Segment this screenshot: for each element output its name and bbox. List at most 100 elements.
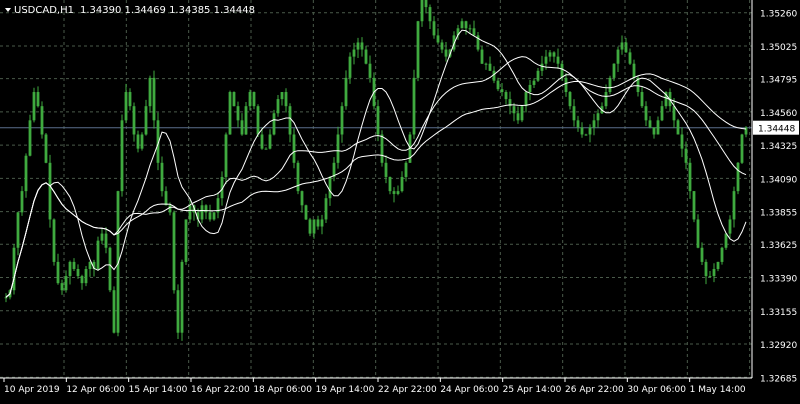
candle-body <box>300 191 304 206</box>
candle-body <box>72 261 76 269</box>
y-tick-label: 1.34560 <box>760 109 797 119</box>
candle-body <box>140 134 144 149</box>
candle-body <box>316 219 320 227</box>
candle-body <box>16 212 20 248</box>
candle-body <box>168 205 172 213</box>
candle-body <box>704 261 708 277</box>
candle-body <box>320 219 324 227</box>
candle-body <box>152 77 156 121</box>
x-tick-label: 22 Apr 22:00 <box>378 385 437 395</box>
candle-body <box>188 205 192 220</box>
candle-body <box>512 106 516 114</box>
y-tick-label: 1.34090 <box>760 175 797 185</box>
candle-body <box>736 162 740 192</box>
x-tick-label: 25 Apr 14:00 <box>503 385 562 395</box>
candle-body <box>236 106 240 121</box>
candle-body <box>716 261 720 269</box>
candle-body <box>720 247 724 262</box>
y-tick-label: 1.32920 <box>760 341 797 351</box>
candle-body <box>480 49 484 64</box>
x-tick-label: 12 Apr 06:00 <box>66 385 125 395</box>
candle-body <box>256 106 260 135</box>
candle-body <box>208 212 212 220</box>
x-tick-label: 18 Apr 06:00 <box>253 385 312 395</box>
candle-body <box>376 106 380 135</box>
chart-canvas[interactable]: 1.35260 1.35025 1.34795 1.34560 1.34325 1.340… <box>0 0 800 400</box>
candle-body <box>540 63 544 71</box>
candle-body <box>96 240 100 269</box>
candle-body <box>240 120 244 135</box>
candle-body <box>264 148 268 150</box>
x-tick-label: 15 Apr 14:00 <box>129 385 188 395</box>
candle-body <box>460 21 464 29</box>
candle-body <box>468 28 472 30</box>
candle-body <box>148 77 152 107</box>
candle-body <box>500 89 504 93</box>
dropdown-triangle-icon[interactable] <box>5 8 11 12</box>
x-tick-label: 19 Apr 14:00 <box>316 385 375 395</box>
current-price-label: 1.34448 <box>758 125 795 135</box>
candle-body <box>608 77 612 93</box>
candle-body <box>624 42 628 53</box>
candle-body <box>556 56 560 64</box>
candle-body <box>648 120 652 128</box>
candle-body <box>524 92 528 107</box>
candle-body <box>732 191 736 220</box>
candle-body <box>380 134 384 163</box>
candle-body <box>528 84 532 93</box>
candle-body <box>48 162 52 220</box>
candle-body <box>596 113 600 121</box>
y-tick-label: 1.34795 <box>760 76 797 86</box>
ohlc-values: 1.34390 1.34469 1.34385 1.34448 <box>80 5 255 16</box>
candle-body <box>160 162 164 192</box>
candle-body <box>588 127 592 135</box>
candle-body <box>628 52 632 64</box>
y-tick-label: 1.34325 <box>760 142 797 152</box>
candle-body <box>288 106 292 135</box>
candle-body <box>304 205 308 220</box>
candle-body <box>532 80 536 85</box>
candle-body <box>488 63 492 71</box>
candle-body <box>296 162 300 192</box>
candle-body <box>644 106 648 121</box>
candle-body <box>36 92 40 107</box>
candle-body <box>612 63 616 78</box>
candle-body <box>400 176 404 192</box>
candle-body <box>60 283 64 291</box>
candle-body <box>708 276 712 278</box>
chart-axes: 1.35260 1.35025 1.34795 1.34560 1.34325 1.340… <box>0 0 799 395</box>
candle-body <box>504 92 508 100</box>
candle-body <box>368 63 372 78</box>
candle-body <box>724 233 728 248</box>
candle-body <box>560 63 564 78</box>
candle-body <box>516 113 520 121</box>
y-tick-label: 1.33155 <box>760 308 797 318</box>
candle-body <box>260 134 264 149</box>
candle-body <box>544 56 548 64</box>
candle-body <box>616 49 620 64</box>
candle-body <box>700 247 704 262</box>
chart-header: USDCAD,H1 1.34390 1.34469 1.34385 1.3444… <box>5 5 255 16</box>
candle-body <box>312 219 316 234</box>
candle-body <box>520 106 524 121</box>
y-tick-label: 1.33855 <box>760 209 797 219</box>
candle-body <box>652 127 656 135</box>
candle-body <box>180 261 184 333</box>
price-chart[interactable]: 1.35260 1.35025 1.34795 1.34560 1.34325 1.340… <box>0 0 800 400</box>
candle-body <box>132 106 136 135</box>
candle-body <box>280 92 284 100</box>
candle-body <box>232 92 236 107</box>
candle-body <box>580 127 584 135</box>
candle-body <box>144 106 148 135</box>
candle-body <box>136 134 140 149</box>
candle-body <box>352 49 356 57</box>
candle-body <box>428 7 432 22</box>
candle-body <box>432 21 436 36</box>
candle-body <box>172 212 176 291</box>
candle-body <box>244 106 248 135</box>
candle-body <box>740 134 744 163</box>
y-tick-label: 1.33625 <box>760 241 797 251</box>
candle-body <box>64 276 68 291</box>
candle-body <box>672 106 676 121</box>
candle-body <box>416 21 420 78</box>
